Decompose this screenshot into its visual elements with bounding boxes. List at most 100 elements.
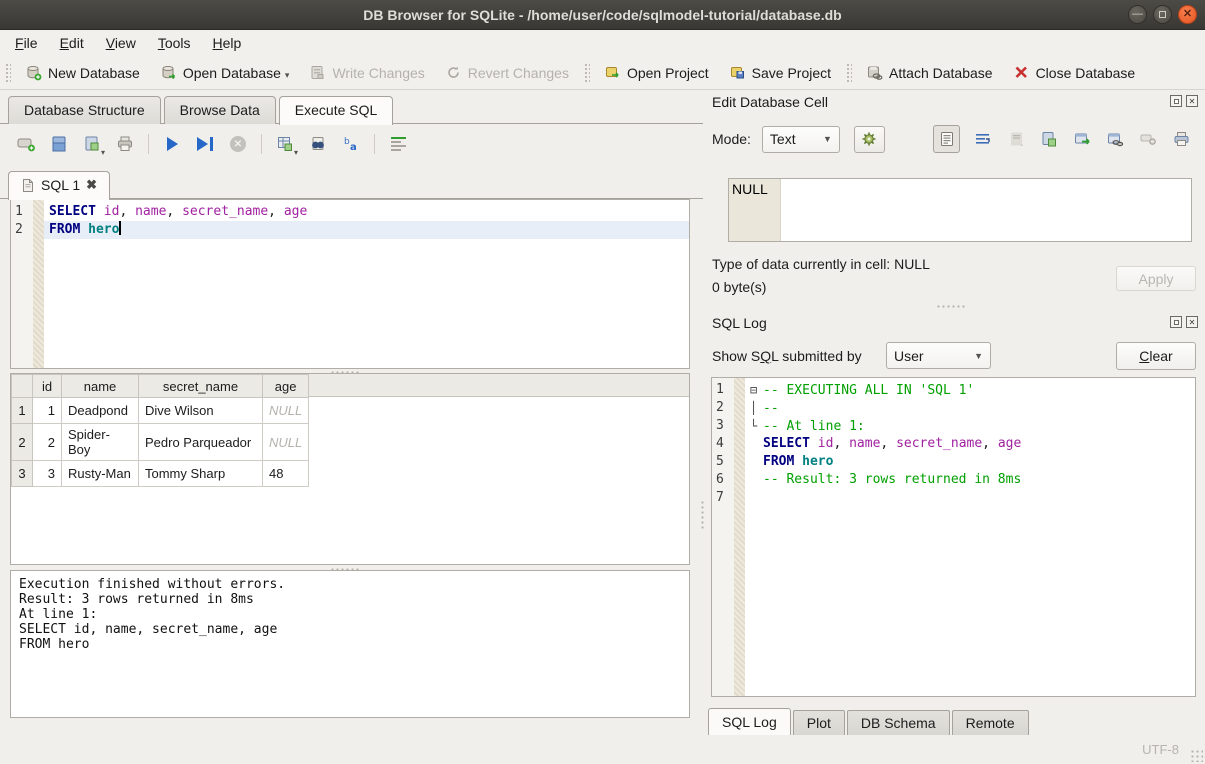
- close-database-button[interactable]: Close Database: [1005, 60, 1144, 85]
- menu-tools[interactable]: Tools: [147, 32, 202, 54]
- print-sql-button[interactable]: [113, 132, 137, 156]
- close-sql-tab-icon[interactable]: ✖: [86, 177, 97, 193]
- autocomplete-toggle-button[interactable]: b a: [339, 132, 363, 156]
- open-sql-tab-button[interactable]: [14, 132, 38, 156]
- table-cell[interactable]: 1: [33, 398, 62, 424]
- toolbar-handle[interactable]: [4, 62, 11, 84]
- save-file-icon: [83, 135, 101, 153]
- resize-grip[interactable]: [1190, 749, 1203, 762]
- toolbar-handle[interactable]: [583, 62, 590, 84]
- save-sql-dropdown-caret[interactable]: ▾: [101, 148, 105, 157]
- execute-line-button[interactable]: [193, 132, 217, 156]
- tab-execute-sql[interactable]: Execute SQL: [279, 96, 394, 125]
- close-panel-icon[interactable]: ✕: [1186, 95, 1198, 107]
- column-header-secret-name[interactable]: secret_name: [139, 375, 263, 398]
- export-cell-data-button[interactable]: [1039, 128, 1059, 150]
- save-results-dropdown-caret[interactable]: ▾: [294, 148, 298, 157]
- new-database-button[interactable]: New Database: [17, 60, 148, 85]
- log-filter-combobox[interactable]: User▼: [886, 342, 991, 369]
- format-sql-button[interactable]: [386, 132, 410, 156]
- open-external-icon: [1074, 132, 1091, 147]
- table-cell[interactable]: Spider-Boy: [62, 424, 139, 461]
- row-header[interactable]: 2: [12, 424, 33, 461]
- set-null-button: [1138, 128, 1158, 150]
- mode-combobox[interactable]: Text▼: [762, 126, 840, 153]
- splitter-cell-log[interactable]: [936, 303, 966, 308]
- save-results-button[interactable]: ▾: [273, 132, 297, 156]
- minimize-button[interactable]: —: [1128, 5, 1147, 24]
- encoding-indicator: UTF-8: [1142, 742, 1179, 757]
- code-line: 5FROM hero: [712, 453, 1195, 471]
- tab-db-schema[interactable]: DB Schema: [847, 710, 950, 737]
- tab-database-structure[interactable]: Database Structure: [8, 96, 161, 124]
- import-icon: [1009, 131, 1024, 147]
- open-project-button[interactable]: Open Project: [596, 60, 717, 85]
- text-cursor: [119, 221, 121, 235]
- database-new-icon: [25, 64, 42, 81]
- open-database-dropdown-caret[interactable]: ▾: [285, 70, 290, 81]
- execution-message: Execution finished without errors.Result…: [10, 570, 690, 718]
- save-sql-file-button[interactable]: ▾: [80, 132, 104, 156]
- tab-plot[interactable]: Plot: [793, 710, 845, 737]
- set-null-icon: [1140, 133, 1156, 145]
- attach-database-button[interactable]: Attach Database: [858, 60, 1001, 85]
- save-project-button[interactable]: Save Project: [721, 60, 839, 85]
- tab-browse-data[interactable]: Browse Data: [164, 96, 276, 124]
- table-cell[interactable]: Rusty-Man: [62, 461, 139, 487]
- cell-text-mode-button[interactable]: [933, 125, 960, 153]
- tab-sql-log[interactable]: SQL Log: [708, 708, 791, 737]
- toolbar-handle[interactable]: [845, 62, 852, 84]
- row-header[interactable]: 3: [12, 461, 33, 487]
- splitter-vertical[interactable]: [699, 500, 704, 530]
- revert-changes-button: Revert Changes: [437, 60, 577, 85]
- find-button[interactable]: [306, 132, 330, 156]
- close-button[interactable]: ✕: [1178, 5, 1197, 24]
- maximize-button[interactable]: [1153, 5, 1172, 24]
- save-data-icon: [1041, 131, 1057, 147]
- table-cell[interactable]: Deadpond: [62, 398, 139, 424]
- letters-icon: b a: [342, 135, 360, 153]
- print-cell-button[interactable]: [1171, 128, 1191, 150]
- stop-icon: ✕: [230, 136, 246, 152]
- table-cell[interactable]: 48: [263, 461, 309, 487]
- open-in-external-button[interactable]: [1072, 128, 1092, 150]
- row-header[interactable]: 1: [12, 398, 33, 424]
- log-filter-label: Show SQL submitted by: [712, 348, 862, 364]
- corner-header[interactable]: [12, 375, 33, 398]
- column-header-name[interactable]: name: [62, 375, 139, 398]
- table-cell[interactable]: Pedro Parqueador: [139, 424, 263, 461]
- open-database-button[interactable]: Open Database ▾: [152, 60, 298, 85]
- apply-button: Apply: [1116, 266, 1196, 291]
- menu-view[interactable]: View: [95, 32, 147, 54]
- cell-editor[interactable]: NULL: [728, 178, 1192, 242]
- table-cell[interactable]: NULL: [263, 398, 309, 424]
- column-header-id[interactable]: id: [33, 375, 62, 398]
- table-cell[interactable]: NULL: [263, 424, 309, 461]
- menu-help[interactable]: Help: [202, 32, 253, 54]
- menu-edit[interactable]: Edit: [49, 32, 95, 54]
- word-wrap-button[interactable]: [973, 128, 993, 150]
- column-header-age[interactable]: age: [263, 375, 309, 398]
- printer-icon: [116, 135, 134, 153]
- execute-all-button[interactable]: [160, 132, 184, 156]
- tab-remote[interactable]: Remote: [952, 710, 1029, 737]
- sql-editor[interactable]: 1SELECT id, name, secret_name, age2FROM …: [10, 199, 690, 369]
- revert-changes-icon: [445, 64, 462, 81]
- table-cell[interactable]: 2: [33, 424, 62, 461]
- open-sql-file-button[interactable]: [47, 132, 71, 156]
- clear-log-button[interactable]: Clear: [1116, 342, 1196, 370]
- main-area: Database Structure Browse Data Execute S…: [0, 90, 703, 735]
- float-panel-icon[interactable]: [1170, 316, 1182, 328]
- table-cell[interactable]: 3: [33, 461, 62, 487]
- menu-file[interactable]: File: [4, 32, 49, 54]
- svg-text:a: a: [350, 142, 357, 153]
- table-cell[interactable]: Dive Wilson: [139, 398, 263, 424]
- sql-log-view[interactable]: 1⊟-- EXECUTING ALL IN 'SQL 1'2│--3└-- At…: [711, 377, 1196, 697]
- table-cell[interactable]: Tommy Sharp: [139, 461, 263, 487]
- tab-sql1[interactable]: SQL 1 ✖: [8, 171, 110, 200]
- apply-mode-button[interactable]: [854, 126, 885, 153]
- float-panel-icon[interactable]: [1170, 95, 1182, 107]
- copy-link-button[interactable]: [1105, 128, 1125, 150]
- close-panel-icon[interactable]: ✕: [1186, 316, 1198, 328]
- code-line: 6-- Result: 3 rows returned in 8ms: [712, 471, 1195, 489]
